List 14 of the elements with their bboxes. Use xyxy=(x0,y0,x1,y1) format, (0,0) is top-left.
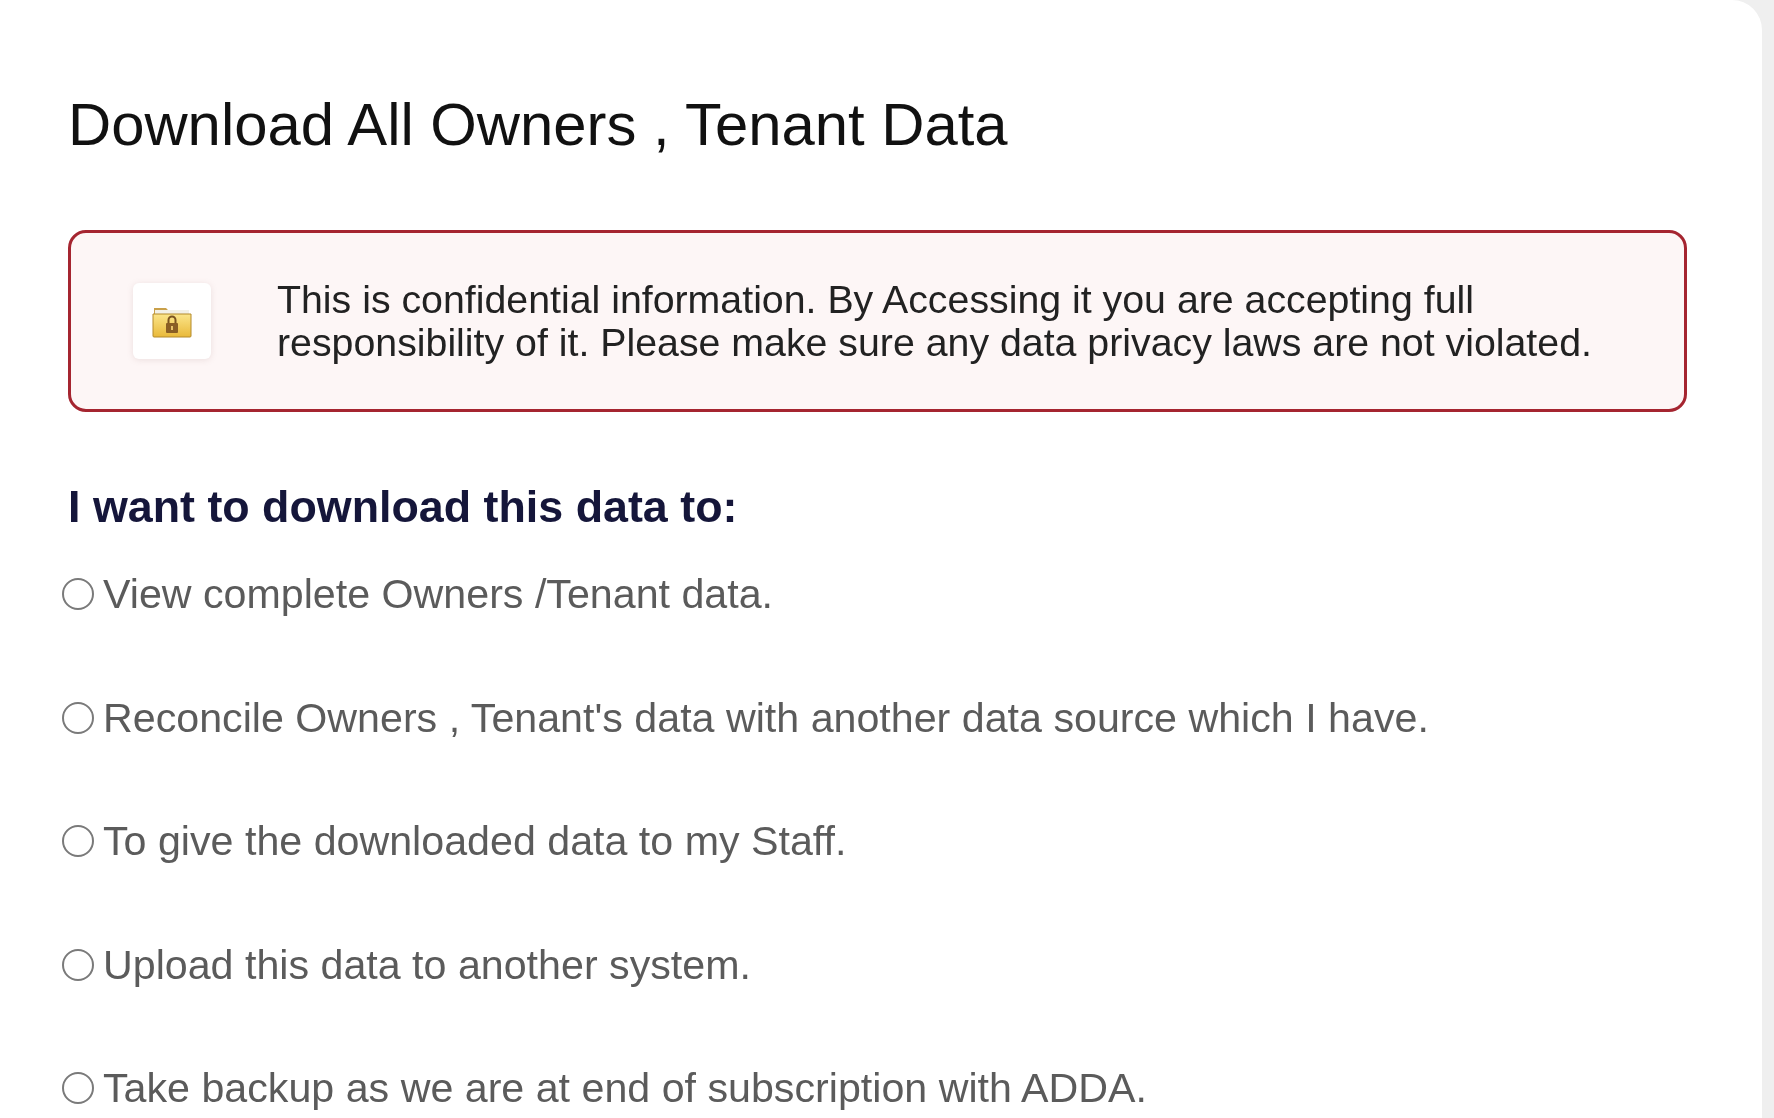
option-label[interactable]: Reconcile Owners , Tenant's data with another data source which I have. xyxy=(103,694,1429,741)
page-title: Download All Owners , Tenant Data xyxy=(68,91,1009,159)
option-label[interactable]: View complete Owners /Tenant data. xyxy=(103,571,774,617)
radio-button[interactable] xyxy=(62,825,94,857)
option-label[interactable]: Take backup as we are at end of subscription with ADDA. xyxy=(103,1065,1147,1111)
radio-button[interactable] xyxy=(62,948,94,981)
radio-button[interactable] xyxy=(62,578,94,610)
option-label[interactable]: Upload this data to another system. xyxy=(103,941,751,988)
notice-text: This is confidential information. By Accessing it you are accepting full responsibility of it. Please make sure any data privacy laws are not violated. xyxy=(277,278,1593,364)
question-heading: I want to download this data to: xyxy=(68,480,739,532)
locked-folder-icon xyxy=(133,283,211,359)
radio-button[interactable] xyxy=(62,701,94,734)
option-label[interactable]: To give the downloaded data to my Staff. xyxy=(103,818,847,864)
radio-button[interactable] xyxy=(62,1072,94,1104)
